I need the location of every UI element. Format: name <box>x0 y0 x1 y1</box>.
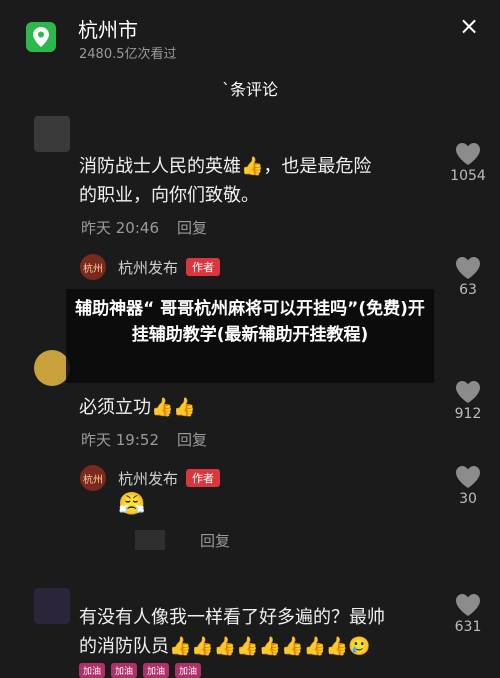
comment-author: 杭州发布 作者 <box>118 468 221 489</box>
comment-meta: 昨天 19:52 回复 <box>81 429 207 450</box>
avatar[interactable] <box>34 350 70 386</box>
reply-button[interactable]: 回复 <box>200 530 230 551</box>
sticker: 加油 <box>111 663 138 678</box>
sticker: 加油 <box>79 663 106 678</box>
overlay-text: 辅助神器“ 哥哥杭州麻将可以开挂吗”(免费)开挂辅助教学(最新辅助开挂教程) <box>75 299 425 345</box>
sticker: 加油 <box>143 663 170 678</box>
view-count: 2480.5亿次看过 <box>79 47 177 62</box>
like-button[interactable]: 30 <box>448 465 488 507</box>
like-count: 631 <box>454 619 482 635</box>
like-button[interactable]: 631 <box>448 593 488 635</box>
reply-button[interactable]: 回复 <box>177 431 207 449</box>
like-count: 30 <box>459 491 477 507</box>
comment-text: 必须立功👍👍 <box>79 397 196 418</box>
comments-count-header: `条评论 <box>221 80 278 99</box>
heart-icon[interactable] <box>455 256 481 280</box>
angry-face-emoji: 😤 <box>118 492 146 517</box>
comment-time: 昨天 19:52 <box>81 431 159 449</box>
location-pin-icon <box>26 22 56 52</box>
like-button[interactable]: 1054 <box>448 142 488 184</box>
sticker-row: 加油 加油 加油 加油 <box>79 663 202 678</box>
like-count: 912 <box>454 406 482 422</box>
like-button[interactable]: 63 <box>448 256 488 298</box>
avatar[interactable] <box>34 116 70 152</box>
page-title: 杭州市 <box>78 18 138 42</box>
like-button[interactable]: 912 <box>448 380 488 422</box>
comment-time: 昨天 20:46 <box>81 219 159 237</box>
comment-text: 消防战士人民的英雄👍，也是最危险 的职业，向你们致敬。 <box>79 156 372 206</box>
heart-icon[interactable] <box>455 142 481 166</box>
heart-icon[interactable] <box>455 380 481 404</box>
close-icon[interactable]: × <box>455 12 483 40</box>
like-count: 63 <box>459 282 477 298</box>
sticker: 加油 <box>175 663 202 678</box>
comment-text: 有没有人像我一样看了好多遍的？最帅 的消防队员👍👍👍👍👍👍👍👍🥲 <box>79 607 385 657</box>
author-avatar[interactable]: 杭州 <box>80 465 106 491</box>
author-avatar[interactable]: 杭州 <box>80 254 106 280</box>
like-count: 1054 <box>450 168 486 184</box>
redacted-text <box>135 530 165 550</box>
avatar[interactable] <box>34 588 70 624</box>
author-badge: 作者 <box>186 258 221 276</box>
heart-icon[interactable] <box>455 593 481 617</box>
header: 杭州市 2480.5亿次看过 × <box>0 0 500 70</box>
comment-author: 杭州发布 作者 <box>118 257 221 278</box>
comment-meta: 昨天 20:46 回复 <box>81 217 207 238</box>
author-badge: 作者 <box>186 469 221 487</box>
heart-icon[interactable] <box>455 465 481 489</box>
reply-button[interactable]: 回复 <box>177 219 207 237</box>
